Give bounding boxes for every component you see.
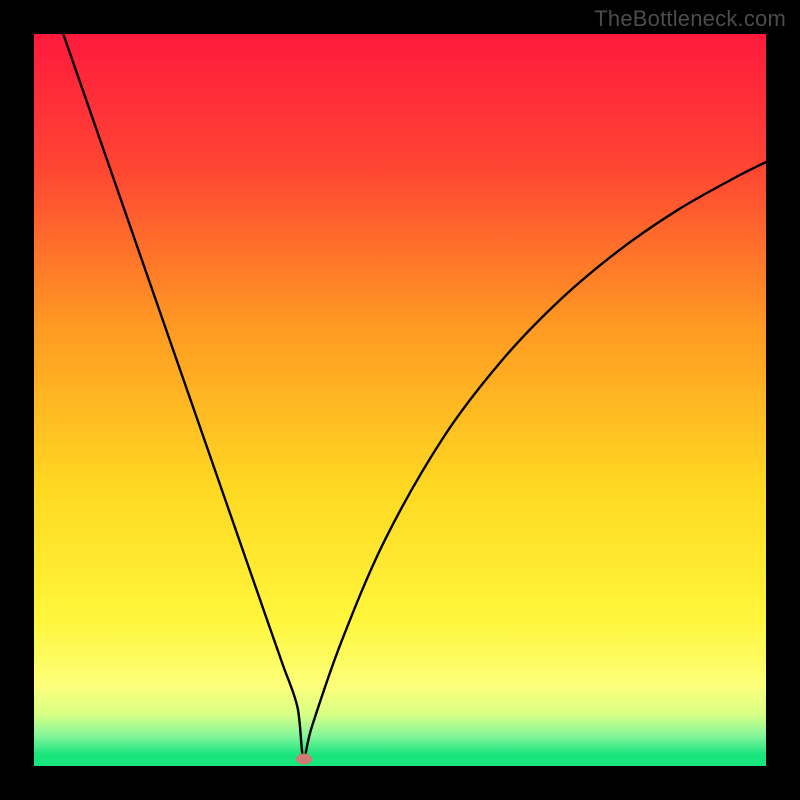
gradient-background [34,34,766,766]
chart-area [34,34,766,766]
watermark-text: TheBottleneck.com [594,6,786,32]
